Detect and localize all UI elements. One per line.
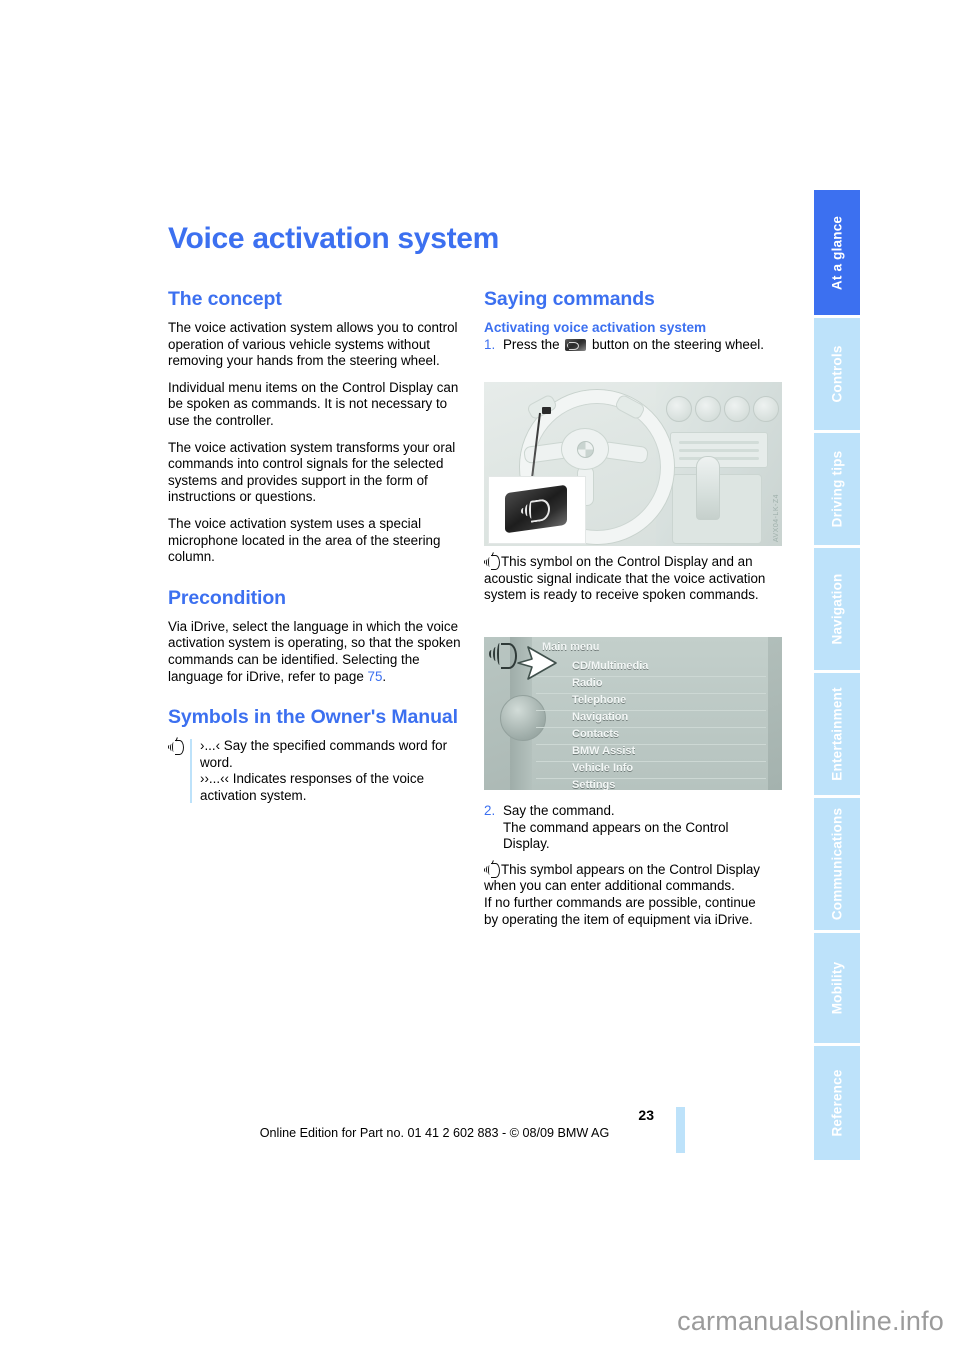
sidebar-item-at-a-glance[interactable]: At a glance [814,190,860,315]
idrive-menu-item-contacts[interactable]: Contacts [536,727,766,745]
voice-activation-symbol-icon-inline-2 [484,859,500,878]
sidebar-item-communications[interactable]: Communications [814,798,860,930]
voice-button-chip-icon [565,339,587,351]
paragraph-concept-3: The voice activation system transforms y… [168,439,456,505]
sidebar-item-label: Navigation [829,573,845,645]
manual-page: Voice activation system The concept The … [0,0,960,1280]
sidebar-item-entertainment[interactable]: Entertainment [814,673,860,795]
step-1-number: 1. [484,337,496,352]
watermark-band: carmanualsonline.info [0,1280,960,1358]
gear-shifter-icon [696,456,720,520]
voice-activation-symbol-icon [168,737,190,804]
sidebar-item-label: Mobility [829,961,845,1015]
step-1-text-before: Press the [503,337,564,352]
precondition-text-after: . [382,668,387,684]
right-column: Saying commands Activating voice activat… [484,288,780,360]
note-rule-divider [190,739,192,804]
idrive-menu-item-label: Radio [572,677,603,689]
note2-line-2: when you can enter additional commands. [484,878,735,894]
paragraph-concept-2: Individual menu items on the Control Dis… [168,379,459,428]
figure-reference-code: AVX04-LK-Z4 [773,493,780,542]
sidebar-item-navigation[interactable]: Navigation [814,548,860,670]
paragraph-precondition: Via iDrive, select the language in which… [168,619,464,685]
sidebar-item-label: Driving tips [829,450,845,528]
sidebar-item-mobility[interactable]: Mobility [814,933,860,1043]
sidebar-item-label: Entertainment [829,687,845,781]
subheading-activating-voice-activation-system: Activating voice activation system [484,320,707,335]
idrive-menu-item-label: Telephone [572,694,627,706]
paragraph-concept-4: The voice activation system uses a speci… [168,515,441,565]
bmw-roundel-icon [577,441,594,458]
page-footer: 23 Online Edition for Part no. 01 41 2 6… [0,1106,960,1166]
step-2-line-3: Display. [503,836,550,852]
section-heading-saying-commands: Saying commands [484,288,655,310]
voice-symbol-on-button-icon [521,498,551,523]
voice-activation-symbol-icon-inline-1 [484,552,500,570]
symbols-note-text: ›...‹ Say the specified commands word fo… [200,738,464,804]
sidebar-item-label: Communications [829,807,845,921]
note2-line-3: If no further commands are possible, con… [484,894,756,910]
idrive-menu-item-bmw-assist[interactable]: BMW Assist [536,744,766,762]
sidebar-item-label: Controls [829,345,845,403]
sidebar-item-controls[interactable]: Controls [814,318,860,430]
note-symbol-additional-commands: This symbol appears on the Control Displ… [484,859,782,928]
idrive-menu-title: Main menu [542,641,600,653]
idrive-menu-item-settings[interactable]: Settings [536,778,766,790]
step-1-text: Press the button on the steering wheel. [503,337,780,354]
watermark-text: carmanualsonline.info [677,1306,944,1336]
voice-button-closeup [505,484,567,534]
idrive-menu-item-label: Settings [572,779,616,790]
idrive-main-menu-figure: Main menu CD/Multimedia Radio Telephone … [484,637,782,790]
note2-line-1: This symbol appears on the Control Displ… [501,861,761,877]
chapter-tab-strip: At a glance Controls Driving tips Naviga… [814,190,860,1160]
step-2: 2. Say the command. The command appears … [484,803,782,853]
symbols-note-line-2: ››...‹‹ Indicates responses of the voice… [200,771,425,803]
idrive-menu-item-label: Contacts [572,728,620,740]
step-1: 1. Press the button on the steering whee… [484,337,780,354]
section-heading-precondition: Precondition [168,586,286,609]
footer-edge-bar [676,1107,685,1153]
page-reference-link[interactable]: 75 [368,669,383,684]
edition-notice: Online Edition for Part no. 01 41 2 602 … [259,1126,610,1140]
section-heading-the-concept: The concept [168,288,282,310]
step-2-line-1: Say the command. [503,803,615,818]
page-title: Voice activation system [168,222,500,255]
symbols-note-block: ›...‹ Say the specified commands word fo… [168,737,464,804]
idrive-menu-item-label: Navigation [572,711,629,723]
step-1-text-after: button on the steering wheel. [588,337,764,352]
idrive-menu-item-radio[interactable]: Radio [536,676,766,694]
idrive-menu-item-cd-multimedia[interactable]: CD/Multimedia [536,659,766,677]
idrive-menu-item-label: Vehicle Info [572,762,634,774]
cockpit-steering-wheel-figure: AVX04-LK-Z4 [484,382,782,546]
step-2-block: 2. Say the command. The command appears … [484,803,782,928]
note-symbol-ready-text: This symbol on the Control Display and a… [484,554,766,603]
idrive-menu-item-label: CD/Multimedia [572,660,649,672]
idrive-menu-item-telephone[interactable]: Telephone [536,693,766,711]
note-symbol-ready: This symbol on the Control Display and a… [484,552,782,604]
voice-button-on-wheel [542,407,551,414]
idrive-menu-item-navigation[interactable]: Navigation [536,710,766,728]
symbols-note-line-1: ›...‹ Say the specified commands word fo… [200,738,448,770]
section-heading-symbols: Symbols in the Owner's Manual [168,706,458,729]
note2-line-4: by operating the item of equipment via i… [484,911,753,927]
step-2-number: 2. [484,803,496,818]
left-column: The concept The voice activation system … [168,288,464,804]
sidebar-item-label: At a glance [829,215,845,290]
air-vents-icon [666,396,779,422]
sidebar-item-driving-tips[interactable]: Driving tips [814,433,860,545]
step-2-line-2: The command appears on the Control [503,819,729,835]
idrive-menu-item-vehicle-info[interactable]: Vehicle Info [536,761,766,779]
page-number: 23 [638,1107,654,1123]
voice-button-callout [488,476,586,544]
idrive-menu-item-label: BMW Assist [572,745,636,757]
step-2-text: Say the command. The command appears on … [503,803,782,853]
paragraph-concept-1: The voice activation system allows you t… [168,320,458,369]
precondition-text-before: Via iDrive, select the language in which… [168,618,461,684]
